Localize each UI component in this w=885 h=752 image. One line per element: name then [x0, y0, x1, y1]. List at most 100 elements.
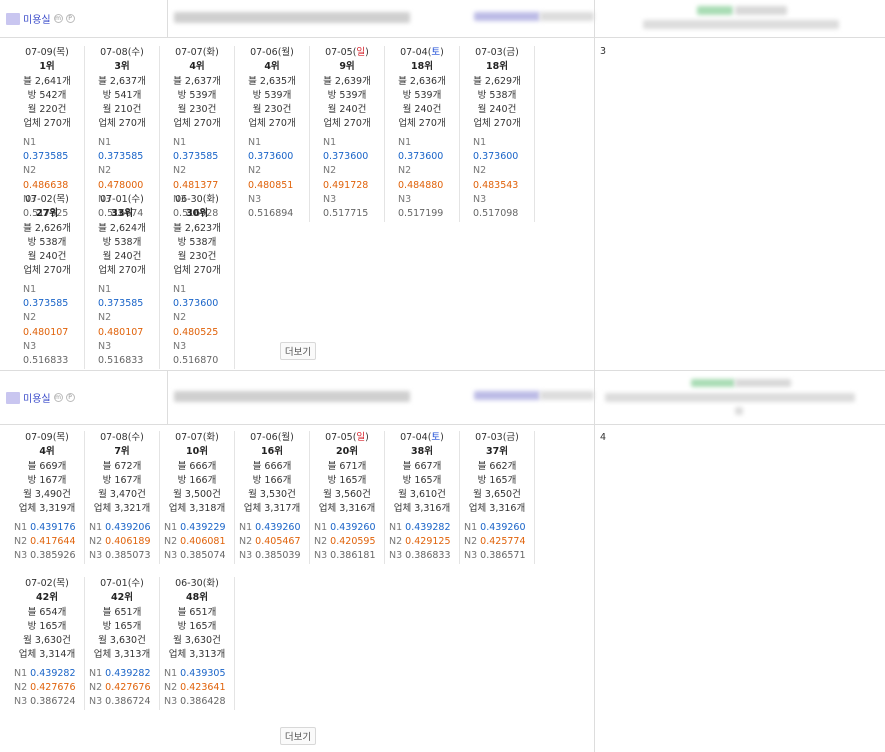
card-date: 07-01: [100, 194, 128, 205]
card-dow: 월: [281, 47, 291, 58]
card-date: 07-03: [475, 432, 503, 443]
card-biz-count: 업체 3,319개: [18, 503, 76, 515]
card-n1: 0.439282: [105, 667, 151, 679]
card-monthly: 월 3,560건: [323, 489, 371, 501]
rank-card: 07-04(토) 18위 블 2,636개 방 539개 월 240건 업체 2…: [385, 46, 460, 222]
card-n1: 0.373600: [248, 151, 294, 163]
card-biz-count: 업체 270개: [173, 118, 221, 130]
card-n1: 0.373585: [98, 151, 144, 163]
card-monthly: 월 240건: [327, 104, 367, 116]
rank-card: 07-04(토) 38위 블 667개 방 165개 월 3,610건 업체 3…: [385, 431, 460, 564]
card-monthly: 월 3,530건: [248, 489, 296, 501]
card-monthly: 월 240건: [402, 104, 442, 116]
rank-card: 07-03(금) 37위 블 662개 방 165개 월 3,650건 업체 3…: [460, 431, 535, 564]
card-bang-count: 방 539개: [402, 89, 442, 101]
card-n2: 0.480107: [23, 326, 69, 338]
redacted-info-cell: [168, 0, 595, 37]
card-rank: 30위: [186, 208, 208, 220]
card-n2: 0.427676: [30, 682, 76, 694]
card-blog-count: 블 2,637개: [173, 75, 221, 87]
keyword-section-2: 미용실 m P 07-09(목) 4위 블 669개 방 167개 월 3,49…: [0, 370, 885, 752]
card-date: 07-02: [25, 194, 53, 205]
card-bang-count: 방 165개: [102, 620, 142, 632]
card-n1: 0.373600: [323, 151, 369, 163]
mobile-icon[interactable]: m: [53, 393, 63, 402]
rank-card: 07-05(일) 9위 블 2,639개 방 539개 월 240건 업체 27…: [310, 46, 385, 222]
mobile-icon[interactable]: m: [53, 14, 63, 23]
card-bang-count: 방 539개: [327, 89, 367, 101]
pc-icon[interactable]: P: [65, 393, 75, 402]
card-date: 07-09: [25, 432, 53, 443]
card-n3: 0.386833: [405, 550, 451, 562]
card-monthly: 월 240건: [477, 104, 517, 116]
pc-icon[interactable]: P: [65, 14, 75, 23]
card-blog-count: 블 2,641개: [23, 75, 71, 87]
card-rank: 42위: [36, 592, 58, 604]
card-dow: 금: [506, 432, 516, 443]
card-dow: 금: [506, 47, 516, 58]
card-dow: 화: [206, 47, 216, 58]
card-n2: 0.478000: [98, 179, 144, 191]
card-bang-count: 방 538개: [102, 236, 142, 248]
side-number: 3: [600, 46, 607, 57]
card-date: 07-08: [100, 47, 128, 58]
card-n3: 0.517715: [323, 208, 369, 220]
rank-card: 07-08(수) 7위 블 672개 방 167개 월 3,470건 업체 3,…: [85, 431, 160, 564]
card-monthly: 월 3,470건: [98, 489, 146, 501]
card-rank: 18위: [411, 61, 433, 73]
card-n2: 0.423641: [180, 682, 226, 694]
card-rank: 3위: [114, 61, 130, 73]
card-n1: 0.373585: [23, 151, 69, 163]
card-rank: 48위: [186, 592, 208, 604]
card-dow: 화: [206, 578, 216, 589]
card-biz-count: 업체 3,316개: [393, 503, 451, 515]
card-monthly: 월 210건: [102, 104, 142, 116]
category-label[interactable]: 미용실: [23, 390, 51, 405]
card-biz-count: 업체 3,321개: [93, 503, 151, 515]
card-monthly: 월 220건: [27, 104, 67, 116]
card-n1: 0.439260: [480, 521, 526, 533]
card-date: 07-02: [25, 578, 53, 589]
card-bang-count: 방 165개: [177, 620, 217, 632]
card-n1: 0.373600: [398, 151, 444, 163]
card-n3: 0.386428: [180, 696, 226, 708]
card-n1: 0.439260: [255, 521, 301, 533]
card-rank: 27위: [36, 208, 58, 220]
card-bang-count: 방 165개: [477, 474, 517, 486]
card-n2: 0.486638: [23, 179, 69, 191]
rank-card: 07-03(금) 18위 블 2,629개 방 538개 월 240건 업체 2…: [460, 46, 535, 222]
card-rank: 7위: [114, 446, 130, 458]
card-biz-count: 업체 270개: [473, 118, 521, 130]
card-biz-count: 업체 270개: [173, 265, 221, 277]
card-rank: 37위: [486, 446, 508, 458]
card-monthly: 월 3,650건: [473, 489, 521, 501]
card-blog-count: 블 2,637개: [98, 75, 146, 87]
category-cell: 미용실 m P: [0, 0, 168, 37]
card-blog-count: 블 671개: [327, 460, 367, 472]
card-dow: 수: [131, 432, 141, 443]
more-button[interactable]: 더보기: [280, 727, 316, 745]
card-n3: 0.517199: [398, 208, 444, 220]
card-bang-count: 방 542개: [27, 89, 67, 101]
card-dow: 화: [206, 432, 216, 443]
card-blog-count: 블 651개: [177, 606, 217, 618]
card-date: 07-06: [250, 432, 278, 443]
card-bang-count: 방 166개: [252, 474, 292, 486]
card-n1: 0.373585: [98, 298, 144, 310]
rank-card: 06-30(화) 48위 블 651개 방 165개 월 3,630건 업체 3…: [160, 577, 235, 710]
card-biz-count: 업체 3,316개: [318, 503, 376, 515]
card-biz-count: 업체 270개: [98, 118, 146, 130]
card-biz-count: 업체 3,313개: [168, 649, 226, 661]
rank-card: 07-06(월) 16위 블 666개 방 166개 월 3,530건 업체 3…: [235, 431, 310, 564]
card-monthly: 월 3,500건: [173, 489, 221, 501]
card-date: 07-05: [325, 432, 353, 443]
category-label[interactable]: 미용실: [23, 11, 51, 26]
card-monthly: 월 3,630건: [173, 635, 221, 647]
more-button[interactable]: 더보기: [280, 342, 316, 360]
card-blog-count: 블 2,623개: [173, 222, 221, 234]
card-date: 07-07: [175, 47, 203, 58]
card-dow: 화: [206, 194, 216, 205]
card-bang-count: 방 167개: [102, 474, 142, 486]
card-date: 07-01: [100, 578, 128, 589]
card-monthly: 월 230건: [177, 251, 217, 263]
